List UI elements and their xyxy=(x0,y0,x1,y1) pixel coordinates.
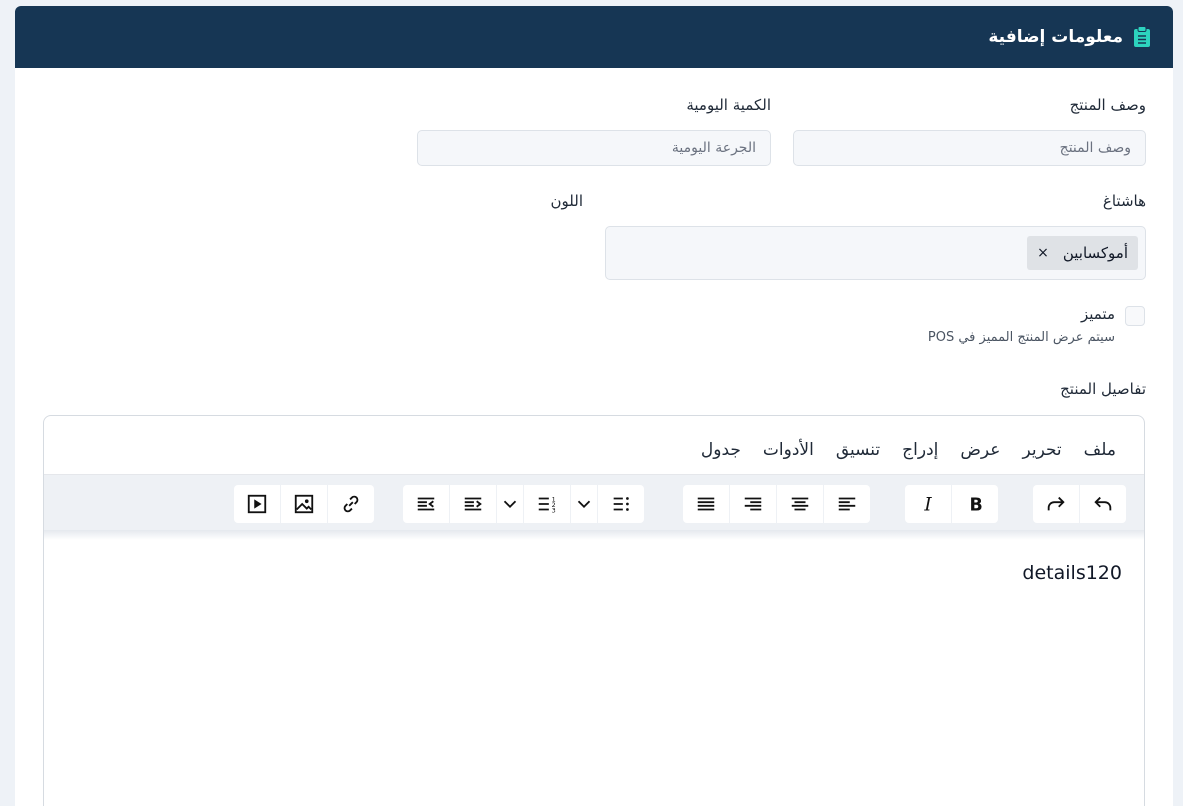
undo-icon xyxy=(1094,496,1112,511)
indent-icon xyxy=(464,497,482,511)
editor-menubar: ملف تحرير عرض إدراج تنسيق الأدوات جدول xyxy=(44,416,1144,474)
menu-tools[interactable]: الأدوات xyxy=(763,440,814,460)
text-style-group: B I xyxy=(905,485,998,523)
daily-quantity-input[interactable]: الجرعة اليومية xyxy=(417,130,771,166)
additional-info-card: معلومات إضافية وصف المنتج وصف المنتج الك… xyxy=(15,6,1173,806)
daily-quantity-placeholder: الجرعة اليومية xyxy=(671,140,756,156)
align-center-button[interactable] xyxy=(776,485,823,523)
menu-format[interactable]: تنسيق xyxy=(836,440,880,460)
product-details-label: تفاصيل المنتج xyxy=(1060,380,1146,398)
align-left-button[interactable] xyxy=(823,485,870,523)
align-center-icon xyxy=(791,497,809,511)
list-group: 123 xyxy=(403,485,644,523)
menu-table[interactable]: جدول xyxy=(701,440,741,460)
remove-tag-icon[interactable]: × xyxy=(1037,245,1049,261)
editor-toolbar: B I 1 2 3 xyxy=(44,474,1144,531)
link-button[interactable] xyxy=(327,485,374,523)
hashtag-tag-label: أموكسابين xyxy=(1062,244,1128,262)
numbered-list-button[interactable]: 123 xyxy=(523,485,570,523)
image-icon xyxy=(294,494,314,514)
toolbar-shadow xyxy=(44,530,1144,540)
redo-button[interactable] xyxy=(1033,485,1079,523)
menu-edit[interactable]: تحرير xyxy=(1022,440,1061,460)
insert-group xyxy=(234,485,374,523)
italic-button[interactable]: I xyxy=(905,485,951,523)
indent-button[interactable] xyxy=(449,485,496,523)
featured-label: متميز xyxy=(1080,305,1115,323)
bullet-list-icon xyxy=(613,497,629,511)
align-right-button[interactable] xyxy=(729,485,776,523)
alignment-group xyxy=(683,485,870,523)
undo-button[interactable] xyxy=(1079,485,1126,523)
chevron-down-icon xyxy=(503,500,517,509)
svg-text:I: I xyxy=(923,494,932,515)
bullet-list-button[interactable] xyxy=(597,485,644,523)
svg-text:3: 3 xyxy=(552,506,556,514)
card-title: معلومات إضافية xyxy=(988,27,1123,47)
svg-text:B: B xyxy=(970,495,983,515)
hashtag-input[interactable]: أموكسابين × xyxy=(605,226,1146,280)
media-icon xyxy=(247,494,267,514)
hashtag-label: هاشتاغ xyxy=(1102,192,1146,210)
featured-hint: سيتم عرض المنتج المميز في POS xyxy=(927,330,1115,345)
bullet-list-dropdown[interactable] xyxy=(570,485,597,523)
numbered-list-icon: 123 xyxy=(538,495,556,514)
numbered-list-dropdown[interactable] xyxy=(496,485,523,523)
product-description-label: وصف المنتج xyxy=(1069,96,1146,114)
image-button[interactable] xyxy=(280,485,327,523)
rich-text-editor: ملف تحرير عرض إدراج تنسيق الأدوات جدول B xyxy=(43,415,1145,806)
card-header: معلومات إضافية xyxy=(15,6,1173,68)
menu-insert[interactable]: إدراج xyxy=(902,440,938,460)
align-justify-button[interactable] xyxy=(683,485,729,523)
redo-icon xyxy=(1047,496,1065,511)
align-left-icon xyxy=(838,497,856,511)
daily-quantity-label: الكمية اليومية xyxy=(686,96,771,114)
media-button[interactable] xyxy=(234,485,280,523)
bold-icon: B xyxy=(970,495,983,515)
history-group xyxy=(1033,485,1126,523)
product-description-input[interactable]: وصف المنتج xyxy=(793,130,1146,166)
editor-content[interactable]: details120 xyxy=(1022,562,1122,584)
chevron-down-icon xyxy=(577,500,591,509)
color-label: اللون xyxy=(550,192,583,210)
bold-button[interactable]: B xyxy=(951,485,998,523)
hashtag-tag: أموكسابين × xyxy=(1027,236,1138,270)
outdent-button[interactable] xyxy=(403,485,449,523)
menu-file[interactable]: ملف xyxy=(1084,440,1116,460)
align-justify-icon xyxy=(697,497,715,511)
clipboard-icon xyxy=(1133,26,1151,48)
outdent-icon xyxy=(417,497,435,511)
align-right-icon xyxy=(744,497,762,511)
product-description-placeholder: وصف المنتج xyxy=(1059,140,1131,156)
link-icon xyxy=(343,495,359,513)
menu-view[interactable]: عرض xyxy=(960,440,1000,460)
italic-icon: I xyxy=(923,494,932,515)
featured-checkbox[interactable] xyxy=(1125,306,1145,326)
